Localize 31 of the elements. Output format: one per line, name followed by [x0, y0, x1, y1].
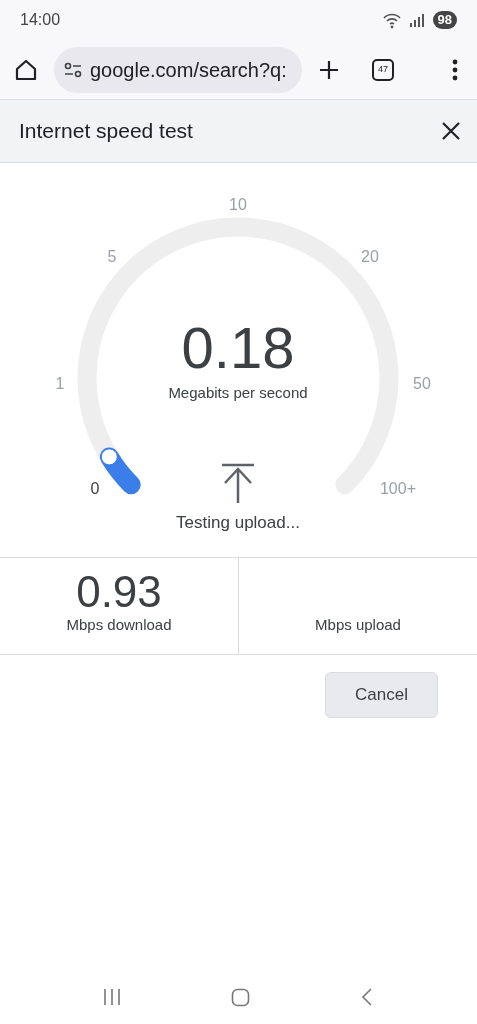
- gauge-tick-label: 100+: [380, 480, 416, 497]
- address-bar[interactable]: google.com/search?q:: [54, 46, 302, 93]
- clock-time: 14:00: [20, 10, 61, 30]
- gauge-tick-label: 20: [361, 248, 379, 265]
- result-value: 0.93: [76, 569, 162, 614]
- speed-value: 0.18: [181, 315, 295, 380]
- recents-icon[interactable]: [103, 988, 121, 1006]
- gauge-tick-label: 1: [55, 375, 65, 392]
- gauge-needle: [99, 447, 141, 495]
- close-icon[interactable]: [441, 121, 461, 141]
- home-icon[interactable]: [14, 57, 38, 82]
- back-icon[interactable]: [360, 988, 374, 1006]
- plus-icon[interactable]: [318, 58, 340, 81]
- unit-label: Megabits per second: [168, 384, 308, 401]
- result-label: Mbps download: [66, 614, 172, 635]
- tab-count-button[interactable]: 47: [372, 58, 394, 81]
- gauge-tick-label: 0: [90, 480, 100, 497]
- signal-icon: [408, 12, 425, 28]
- cancel-button[interactable]: Cancel: [325, 672, 438, 718]
- home-nav-icon[interactable]: [231, 987, 250, 1007]
- menu-icon[interactable]: [451, 58, 459, 81]
- tune-icon: [64, 61, 82, 78]
- result-label: Mbps upload: [315, 614, 401, 635]
- dialog-title: Internet speed test: [19, 118, 193, 145]
- status-text: Testing upload...: [176, 513, 300, 532]
- gauge-tick-label: 5: [107, 248, 117, 265]
- gauge-tick-label: 50: [413, 375, 431, 392]
- wifi-icon: [382, 11, 401, 29]
- gauge-tick-label: 10: [229, 196, 247, 213]
- upload-arrow-icon: [222, 463, 254, 505]
- battery-level: 98: [432, 11, 457, 29]
